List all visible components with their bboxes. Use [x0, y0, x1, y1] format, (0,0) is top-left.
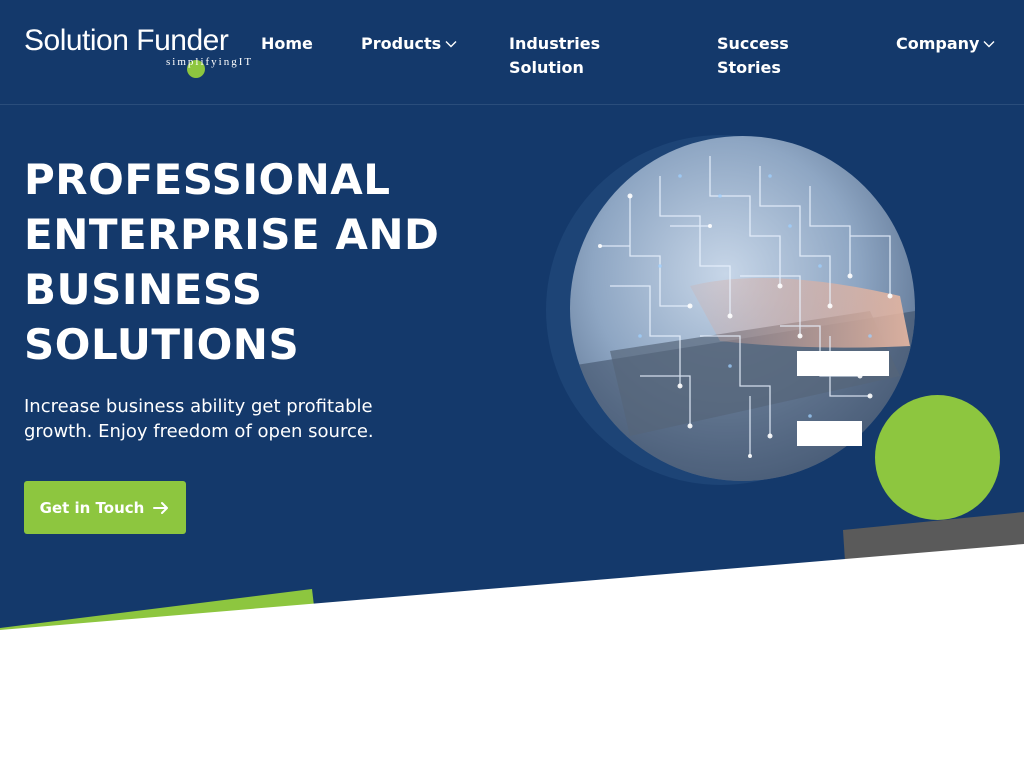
logo-wordmark: Solution Funder	[24, 24, 229, 57]
circuit-globe-image	[570, 136, 915, 481]
hero-section: Solution Funder simplifyingIT Home Produ…	[0, 0, 1024, 640]
chevron-down-icon	[983, 38, 995, 50]
chevron-down-icon	[445, 38, 457, 50]
decorative-angled-shapes	[0, 512, 1024, 640]
hero-subtext: Increase business ability get profitable…	[24, 396, 374, 442]
nav-item-home[interactable]: Home	[261, 32, 313, 56]
logo-tagline: simplifyingIT	[166, 56, 254, 68]
nav-item-industries-solution[interactable]: Industries Solution	[509, 32, 619, 80]
navbar: Solution Funder simplifyingIT Home Produ…	[0, 0, 1024, 105]
nav-item-success-stories[interactable]: Success Stories	[717, 32, 807, 80]
placeholder-tag	[797, 351, 889, 376]
logo[interactable]: Solution Funder simplifyingIT	[24, 24, 264, 78]
placeholder-tag	[797, 421, 862, 446]
nav-item-company[interactable]: Company	[896, 32, 995, 56]
nav-item-products[interactable]: Products	[361, 32, 457, 56]
hero-headline: PROFESSIONAL ENTERPRISE AND BUSINESS SOL…	[24, 155, 440, 369]
